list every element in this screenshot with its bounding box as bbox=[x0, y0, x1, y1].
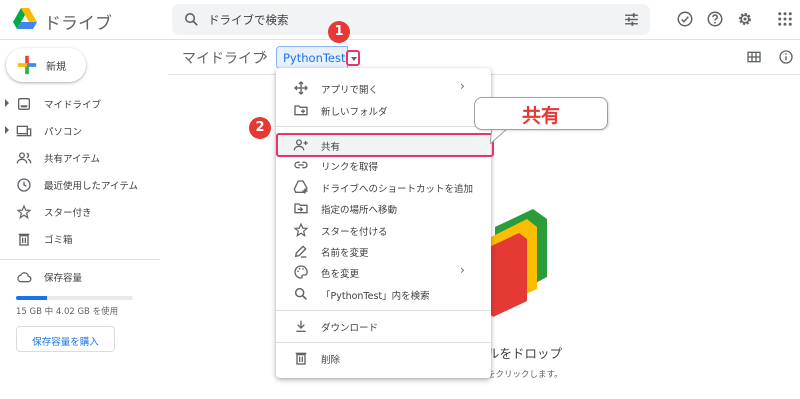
sidebar-item-label: パソコン bbox=[44, 127, 83, 138]
callout-tail bbox=[490, 128, 509, 144]
search-bar[interactable]: ドライブで検索 bbox=[172, 4, 650, 35]
menu-divider bbox=[276, 342, 491, 343]
sidebar-item-trash[interactable]: ゴミ箱 bbox=[0, 228, 160, 250]
settings-gear-icon[interactable] bbox=[736, 10, 754, 28]
storage-usage-fill bbox=[16, 296, 48, 300]
menu-divider bbox=[276, 126, 491, 127]
computers-icon bbox=[16, 125, 32, 137]
menu-item-add-shortcut[interactable]: ドライブへのショートカットを追加 bbox=[276, 176, 491, 198]
search-options-icon[interactable] bbox=[623, 11, 640, 28]
new-button-label: 新規 bbox=[46, 62, 66, 73]
menu-item-open-with[interactable]: アプリで開く › bbox=[276, 77, 491, 99]
menu-item-label: ダウンロード bbox=[321, 323, 379, 334]
new-button[interactable]: 新規 bbox=[6, 48, 86, 82]
menu-item-label: リンクを取得 bbox=[321, 162, 379, 173]
menu-item-label: スターを付ける bbox=[321, 227, 388, 238]
breadcrumb-current-label: PythonTest bbox=[283, 51, 346, 65]
buy-storage-label: 保存容量を購入 bbox=[32, 337, 99, 348]
step-2-badge: 2 bbox=[249, 117, 271, 139]
my-drive-icon bbox=[18, 98, 30, 110]
grid-view-icon[interactable] bbox=[746, 49, 762, 65]
offline-status-icon[interactable] bbox=[676, 10, 694, 28]
expand-caret-icon[interactable] bbox=[5, 99, 9, 107]
palette-icon bbox=[294, 265, 308, 279]
link-icon bbox=[294, 161, 308, 169]
drop-files-subtext: をクリックします。 bbox=[487, 370, 563, 380]
breadcrumb-current-folder[interactable]: PythonTest bbox=[276, 46, 348, 69]
menu-item-label: アプリで開く bbox=[321, 85, 379, 96]
breadcrumb-separator: › bbox=[262, 47, 268, 65]
plus-icon bbox=[17, 55, 37, 75]
sidebar-item-recent[interactable]: 最近使用したアイテム bbox=[0, 174, 160, 196]
menu-item-get-link[interactable]: リンクを取得 bbox=[276, 154, 491, 176]
top-bar: ドライブ ドライブで検索 bbox=[0, 0, 800, 40]
star-icon bbox=[16, 204, 32, 220]
search-icon[interactable] bbox=[183, 11, 200, 28]
breadcrumb-root[interactable]: マイドライブ bbox=[182, 48, 266, 68]
sidebar-item-computers[interactable]: パソコン bbox=[0, 120, 160, 142]
menu-item-label: 新しいフォルダ bbox=[321, 107, 388, 118]
menu-divider bbox=[276, 310, 491, 311]
menu-item-label: 削除 bbox=[321, 355, 341, 366]
menu-item-change-color[interactable]: 色を変更 › bbox=[276, 261, 491, 283]
sidebar-item-label: 最近使用したアイテム bbox=[44, 181, 139, 192]
cloud-icon bbox=[17, 272, 32, 283]
share-callout: 共有 bbox=[474, 97, 608, 130]
trash-icon bbox=[295, 352, 307, 365]
menu-item-label: ドライブへのショートカットを追加 bbox=[321, 184, 474, 195]
menu-item-search-in-folder[interactable]: 「PythonTest」内を検索 bbox=[276, 283, 491, 305]
apps-grid-icon[interactable] bbox=[776, 10, 794, 28]
sidebar-item-label: 共有アイテム bbox=[44, 154, 101, 165]
menu-item-delete[interactable]: 削除 bbox=[276, 347, 491, 369]
drop-files-text: ルをドロップ bbox=[487, 346, 563, 361]
menu-item-label: 色を変更 bbox=[321, 269, 360, 280]
new-folder-icon bbox=[294, 105, 308, 116]
sidebar-item-label: マイドライブ bbox=[44, 100, 102, 111]
rename-pencil-icon bbox=[294, 245, 307, 258]
help-icon[interactable] bbox=[706, 10, 724, 28]
callout-label: 共有 bbox=[521, 105, 560, 127]
sidebar-item-label: スター付き bbox=[44, 208, 92, 219]
open-with-icon bbox=[294, 81, 308, 95]
search-icon bbox=[294, 287, 307, 300]
buy-storage-button[interactable]: 保存容量を購入 bbox=[16, 326, 115, 352]
trash-icon bbox=[18, 233, 30, 246]
shared-icon bbox=[16, 152, 32, 164]
sidebar-item-starred[interactable]: スター付き bbox=[0, 201, 160, 223]
download-icon bbox=[296, 320, 306, 332]
submenu-chevron-icon: › bbox=[460, 263, 465, 277]
menu-item-rename[interactable]: 名前を変更 bbox=[276, 240, 491, 262]
expand-caret-icon[interactable] bbox=[5, 126, 9, 134]
menu-item-download[interactable]: ダウンロード bbox=[276, 315, 491, 337]
folder-context-menu: アプリで開く › 新しいフォルダ 共有 リンクを取得 ドライブへのショートカット… bbox=[276, 68, 491, 378]
step-1-badge: 1 bbox=[328, 21, 350, 43]
info-icon[interactable] bbox=[778, 49, 794, 65]
menu-item-new-folder[interactable]: 新しいフォルダ bbox=[276, 99, 491, 121]
menu-item-label: 名前を変更 bbox=[321, 248, 369, 259]
submenu-chevron-icon: › bbox=[460, 79, 465, 93]
sidebar-item-storage[interactable]: 保存容量 bbox=[0, 266, 160, 288]
storage-label: 保存容量 bbox=[44, 273, 83, 284]
menu-item-add-star[interactable]: スターを付ける bbox=[276, 219, 491, 241]
storage-usage-text: 15 GB 中 4.02 GB を使用 bbox=[16, 307, 119, 317]
add-shortcut-icon bbox=[293, 180, 308, 194]
search-input[interactable]: ドライブで検索 bbox=[208, 12, 289, 28]
menu-item-move-to[interactable]: 指定の場所へ移動 bbox=[276, 197, 491, 219]
menu-item-label: 「PythonTest」内を検索 bbox=[321, 291, 430, 302]
sidebar-item-my-drive[interactable]: マイドライブ bbox=[0, 93, 160, 115]
sidebar-item-shared[interactable]: 共有アイテム bbox=[0, 147, 160, 169]
sidebar-divider bbox=[0, 259, 160, 260]
app-name[interactable]: ドライブ bbox=[44, 9, 112, 34]
storage-usage-bar bbox=[16, 296, 133, 300]
move-to-folder-icon bbox=[294, 203, 308, 214]
star-icon bbox=[293, 222, 309, 238]
sidebar-item-label: ゴミ箱 bbox=[44, 235, 73, 246]
folder-dropdown-button[interactable] bbox=[346, 50, 360, 66]
recent-icon bbox=[17, 178, 31, 192]
share-highlight-frame bbox=[276, 133, 494, 157]
drive-logo[interactable] bbox=[12, 7, 38, 31]
menu-item-label: 指定の場所へ移動 bbox=[321, 205, 398, 216]
